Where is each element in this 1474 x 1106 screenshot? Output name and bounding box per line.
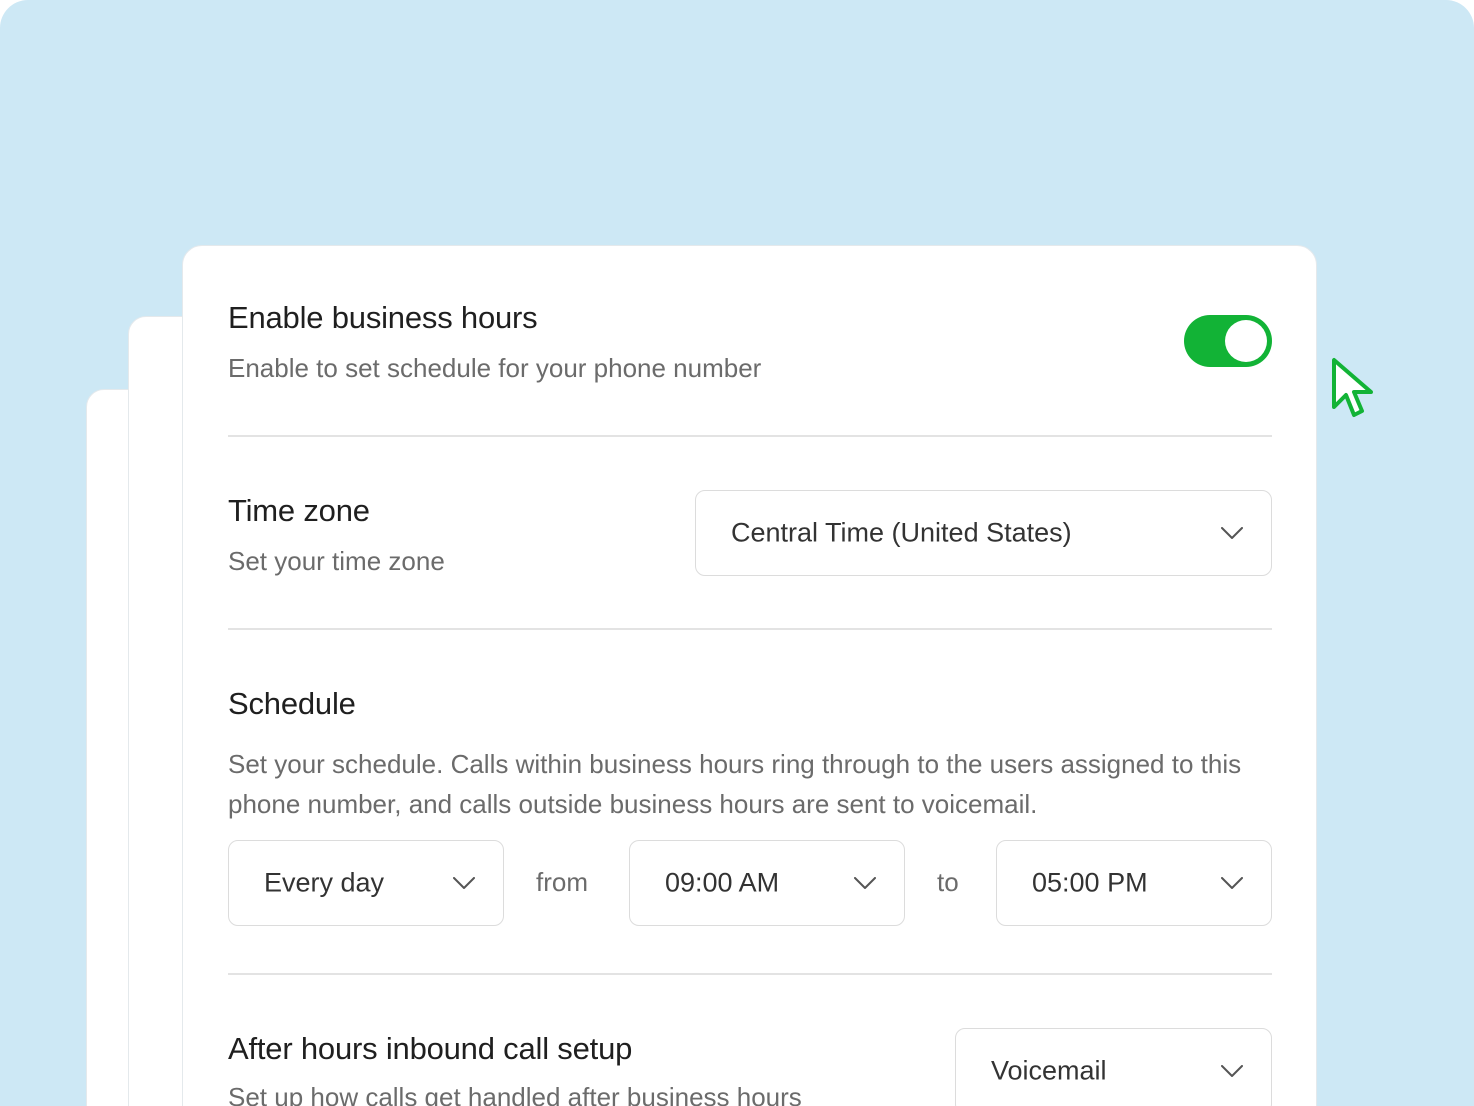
schedule-days-value: Every day: [264, 867, 385, 898]
after-hours-select[interactable]: Voicemail: [955, 1028, 1272, 1106]
start-time-value: 09:00 AM: [665, 867, 780, 898]
chevron-down-icon: [854, 877, 876, 889]
divider: [228, 628, 1272, 630]
to-label: to: [937, 867, 959, 897]
chevron-down-icon: [1221, 877, 1243, 889]
time-zone-subtitle: Set your time zone: [228, 546, 445, 576]
schedule-days-select[interactable]: Every day: [228, 840, 504, 926]
end-time-value: 05:00 PM: [1032, 867, 1148, 898]
toggle-knob: [1225, 320, 1267, 362]
background-canvas: Enable business hours Enable to set sche…: [0, 0, 1474, 1106]
from-label: from: [536, 867, 588, 897]
divider: [228, 435, 1272, 437]
end-time-select[interactable]: 05:00 PM: [996, 840, 1272, 926]
business-hours-toggle[interactable]: [1184, 315, 1272, 367]
time-zone-title: Time zone: [228, 493, 370, 528]
chevron-down-icon: [1221, 1065, 1243, 1077]
schedule-title: Schedule: [228, 686, 356, 721]
time-zone-select[interactable]: Central Time (United States): [695, 490, 1272, 576]
business-hours-title: Enable business hours: [228, 300, 538, 335]
divider: [228, 973, 1272, 975]
after-hours-title: After hours inbound call setup: [228, 1031, 633, 1066]
chevron-down-icon: [453, 877, 475, 889]
after-hours-select-value: Voicemail: [991, 1055, 1107, 1086]
mouse-pointer-icon: [1332, 358, 1373, 417]
business-hours-subtitle: Enable to set schedule for your phone nu…: [228, 353, 762, 383]
time-zone-select-value: Central Time (United States): [731, 517, 1072, 548]
start-time-select[interactable]: 09:00 AM: [629, 840, 905, 926]
schedule-description: Set your schedule. Calls within business…: [228, 749, 1242, 819]
business-hours-settings-card: Enable business hours Enable to set sche…: [182, 245, 1317, 1106]
chevron-down-icon: [1221, 527, 1243, 539]
after-hours-subtitle: Set up how calls get handled after busin…: [228, 1082, 802, 1106]
